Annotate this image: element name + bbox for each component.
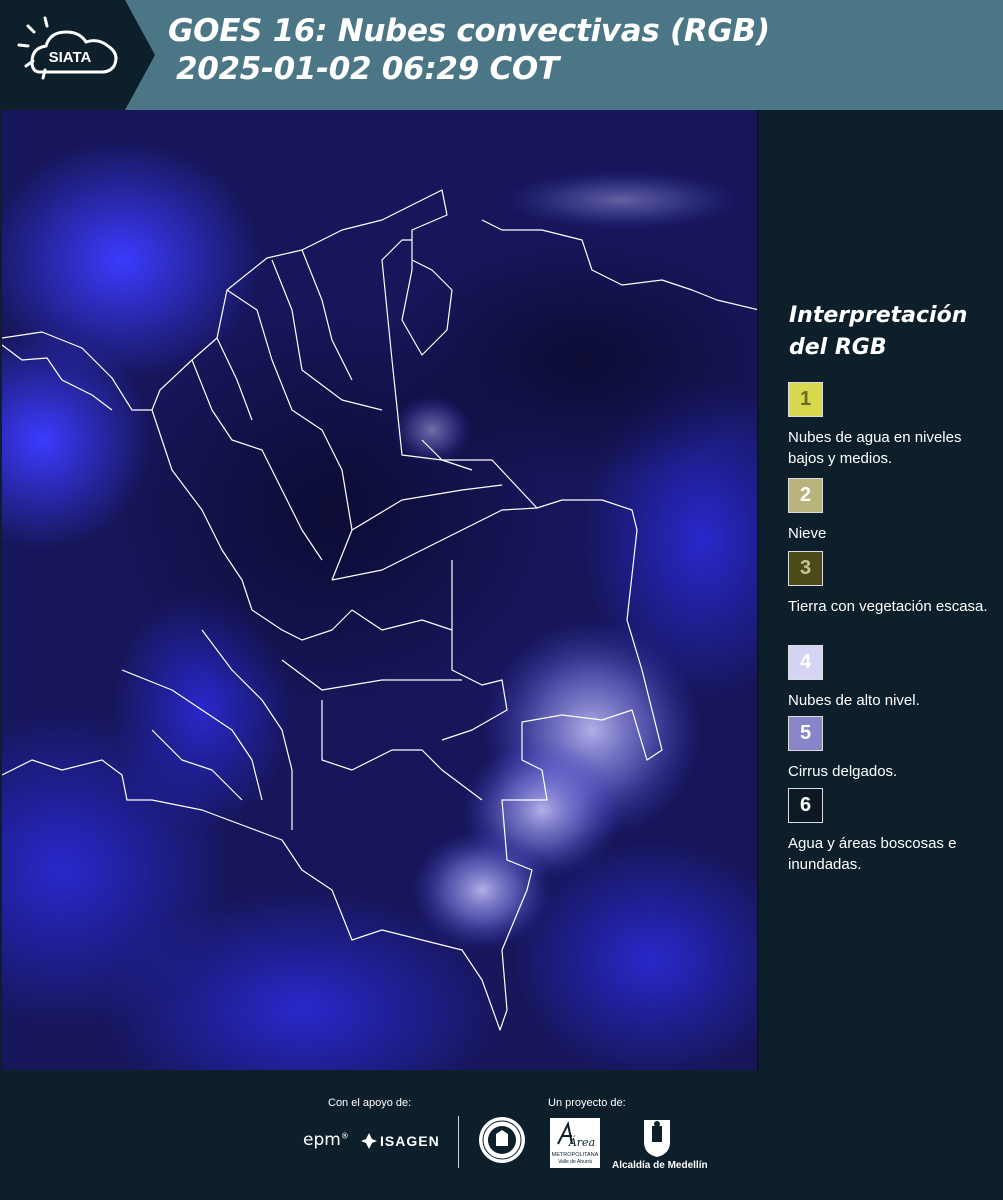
legend-title: Interpretación del RGB <box>789 300 967 364</box>
header-bar: SIATA GOES 16: Nubes convectivas (RGB) 2… <box>0 0 1003 110</box>
legend-label-4: Nubes de alto nivel. <box>788 692 920 709</box>
legend-item-6: 6 Agua y áreas boscosas e inundadas. <box>788 788 988 875</box>
legend-item-3: 3 Tierra con vegetación escasa. <box>788 551 988 617</box>
project-label: Un proyecto de: <box>548 1097 626 1109</box>
legend-title-line-2: del RGB <box>789 335 887 360</box>
footer: Con el apoyo de: Un proyecto de: epm® IS… <box>0 1070 1003 1200</box>
legend-swatch-6: 6 <box>788 788 823 823</box>
legend-item-5: 5 Cirrus delgados. <box>788 716 988 782</box>
legend-swatch-1: 1 <box>788 382 823 417</box>
legend-item-2: 2 Nieve <box>788 478 988 544</box>
siata-logo: SIATA <box>0 0 155 110</box>
legend-title-line-1: Interpretación <box>789 303 968 328</box>
legend-swatch-2: 2 <box>788 478 823 513</box>
support-label: Con el apoyo de: <box>328 1097 412 1109</box>
epm-logo: epm® <box>303 1130 349 1150</box>
svg-text:SIATA: SIATA <box>49 49 92 66</box>
title-line-2: 2025-01-02 06:29 COT <box>176 51 559 87</box>
alcaldia-label: Alcaldía de Medellín <box>612 1160 708 1171</box>
legend-item-4: 4 Nubes de alto nivel. <box>788 645 988 711</box>
title-line-1: GOES 16: Nubes convectivas (RGB) <box>168 13 770 49</box>
legend-swatch-3: 3 <box>788 551 823 586</box>
legend-swatch-4: 4 <box>788 645 823 680</box>
legend-swatch-5: 5 <box>788 716 823 751</box>
footer-divider <box>458 1116 459 1168</box>
svg-text:METROPOLITANA: METROPOLITANA <box>552 1152 599 1158</box>
legend-item-1: 1 Nubes de agua en niveles bajos y medio… <box>788 382 988 469</box>
legend-label-6: Agua y áreas boscosas e inundadas. <box>788 835 957 873</box>
legend-label-2: Nieve <box>788 525 827 542</box>
svg-text:Área: Área <box>568 1135 595 1149</box>
legend-label-3: Tierra con vegetación escasa. <box>788 598 988 615</box>
legend-panel: Interpretación del RGB 1 Nubes de agua e… <box>760 110 1003 1070</box>
page-title: GOES 16: Nubes convectivas (RGB) 2025-01… <box>168 12 770 88</box>
legend-label-1: Nubes de agua en niveles bajos y medios. <box>788 429 962 467</box>
legend-label-5: Cirrus delgados. <box>788 763 898 780</box>
satellite-map <box>2 110 759 1070</box>
svg-text:Valle de Aburrá: Valle de Aburrá <box>558 1159 592 1165</box>
